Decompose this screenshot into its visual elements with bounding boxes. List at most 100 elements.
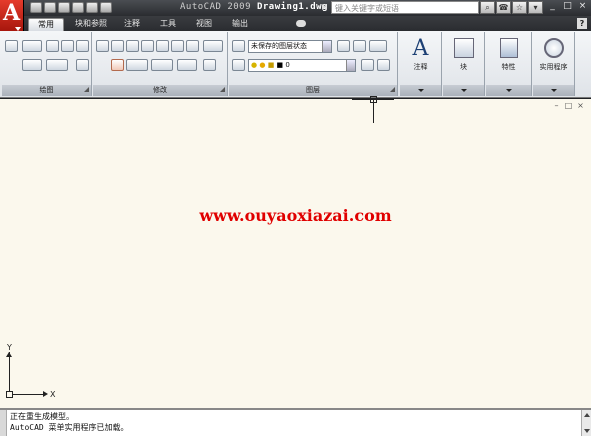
fillet-icon[interactable] [171,40,184,52]
tab-blocks-references[interactable]: 块和参照 [68,18,114,31]
utilities-icon [543,38,564,58]
utilities-button[interactable]: 实用程序 [533,32,575,96]
layer-state-combo[interactable]: 未保存的图层状态 [248,40,332,53]
save-icon[interactable] [58,2,70,13]
viewport-restore-button[interactable]: □ [564,102,573,111]
favorites-icon[interactable]: ☆ [512,1,527,14]
panel-expand-icon[interactable] [390,87,395,92]
layer-match-icon[interactable] [369,40,387,52]
panel-modify-title[interactable]: 修改 [93,85,227,96]
polyline-icon[interactable] [22,40,42,52]
drawing-canvas[interactable]: – □ × www.ouyaoxiazai.com Y X [0,96,591,408]
line-icon[interactable] [5,40,18,52]
properties-button[interactable]: 特性 [486,32,532,96]
layer-previous-icon[interactable] [337,40,350,52]
explode-icon[interactable] [203,40,223,52]
scroll-up-icon[interactable] [584,413,590,417]
command-history-line: 正在重生成模型。 [10,412,74,421]
command-window-grip[interactable] [0,410,7,436]
search-icon[interactable]: ⌕ [480,1,495,14]
utilities-dropdown[interactable] [533,85,574,96]
rotate-icon[interactable] [126,40,139,52]
current-layer-name: 0 [285,61,290,69]
panel-layers-title[interactable]: 图层 [229,85,397,96]
command-scrollbar[interactable] [581,410,591,436]
chevron-down-icon [505,89,512,92]
viewport-minimize-button[interactable]: – [552,102,561,111]
search-input[interactable]: 键入关键字或短语 [331,1,479,14]
circle-icon[interactable] [22,59,42,71]
arc-icon[interactable] [46,40,59,52]
subscription-icon[interactable]: ☎ [496,1,511,14]
color-swatch-icon: ■ [276,61,284,69]
layer-isolate-icon[interactable] [353,40,366,52]
chevron-down-icon[interactable] [346,60,355,71]
tab-tools[interactable]: 工具 [154,18,182,31]
scroll-down-icon[interactable] [584,429,590,433]
autocad-logo-icon: A [3,0,21,26]
scale-icon[interactable] [203,59,216,71]
tab-view[interactable]: 视图 [190,18,218,31]
layer-states-icon[interactable] [232,59,245,71]
block-icon [453,38,474,58]
move-icon[interactable] [96,40,109,52]
minimize-button[interactable]: _ [546,1,559,13]
layer-off-icon[interactable] [361,59,374,71]
watermark-text: www.ouyaoxiazai.com [199,206,392,225]
panel-modify-label: 修改 [153,86,167,94]
close-button[interactable]: × [576,1,589,13]
annotation-label: 注释 [413,63,428,71]
infocenter-buttons: ⌕ ☎ ☆ ▾ [480,1,543,14]
block-label: 块 [460,63,467,71]
layer-combo[interactable]: ● ● ■ ■ 0 [248,59,356,72]
application-menu-button[interactable]: A [0,0,24,34]
copy-icon[interactable] [111,40,124,52]
help-icon[interactable]: ▾ [528,1,543,14]
tab-output[interactable]: 输出 [226,18,254,31]
ellipse-icon[interactable] [46,59,68,71]
ucs-y-axis [9,352,10,394]
annotation-button[interactable]: A 注释 [400,32,442,96]
redo-icon[interactable] [100,2,112,13]
layer-freeze-icon[interactable] [377,59,390,71]
array-icon[interactable] [186,40,199,52]
window-title: AutoCAD 2009 Drawing1.dwg [180,2,328,12]
open-file-icon[interactable] [44,2,56,13]
block-dropdown[interactable] [443,85,484,96]
tab-home[interactable]: 常用 [28,18,64,31]
extend-icon[interactable] [151,59,173,71]
layer-properties-icon[interactable] [232,40,245,52]
tab-annotate[interactable]: 注释 [118,18,146,31]
sun-icon: ● [259,61,266,69]
panel-draw: 绘图 [2,32,92,96]
chevron-down-icon[interactable] [322,41,331,52]
trim-icon[interactable] [126,59,148,71]
maximize-button[interactable]: □ [561,1,574,13]
erase-icon[interactable] [111,59,124,71]
polygon-icon[interactable] [61,40,74,52]
stretch-icon[interactable] [156,40,169,52]
annotation-dropdown[interactable] [400,85,441,96]
block-button[interactable]: 块 [443,32,485,96]
ribbon-minimize-icon[interactable] [296,20,306,27]
help-button[interactable]: ? [577,18,587,29]
rectangle-icon[interactable] [76,40,89,52]
panel-expand-icon[interactable] [220,87,225,92]
chevron-down-icon [550,89,557,92]
command-window[interactable]: 正在重生成模型。 AutoCAD 菜单实用程序已加载。 [0,408,591,436]
panel-expand-icon[interactable] [84,87,89,92]
ucs-x-label: X [50,390,56,399]
search-expand-icon[interactable] [322,4,326,10]
print-icon[interactable] [72,2,84,13]
panel-draw-title[interactable]: 绘图 [2,85,91,96]
panel-draw-label: 绘图 [39,86,54,94]
new-file-icon[interactable] [30,2,42,13]
crosshair-pickbox [370,96,377,103]
panel-modify: 修改 [93,32,228,96]
properties-dropdown[interactable] [486,85,531,96]
mirror-icon[interactable] [141,40,154,52]
offset-icon[interactable] [177,59,197,71]
viewport-close-button[interactable]: × [576,102,585,111]
undo-icon[interactable] [86,2,98,13]
hatch-icon[interactable] [76,59,89,71]
